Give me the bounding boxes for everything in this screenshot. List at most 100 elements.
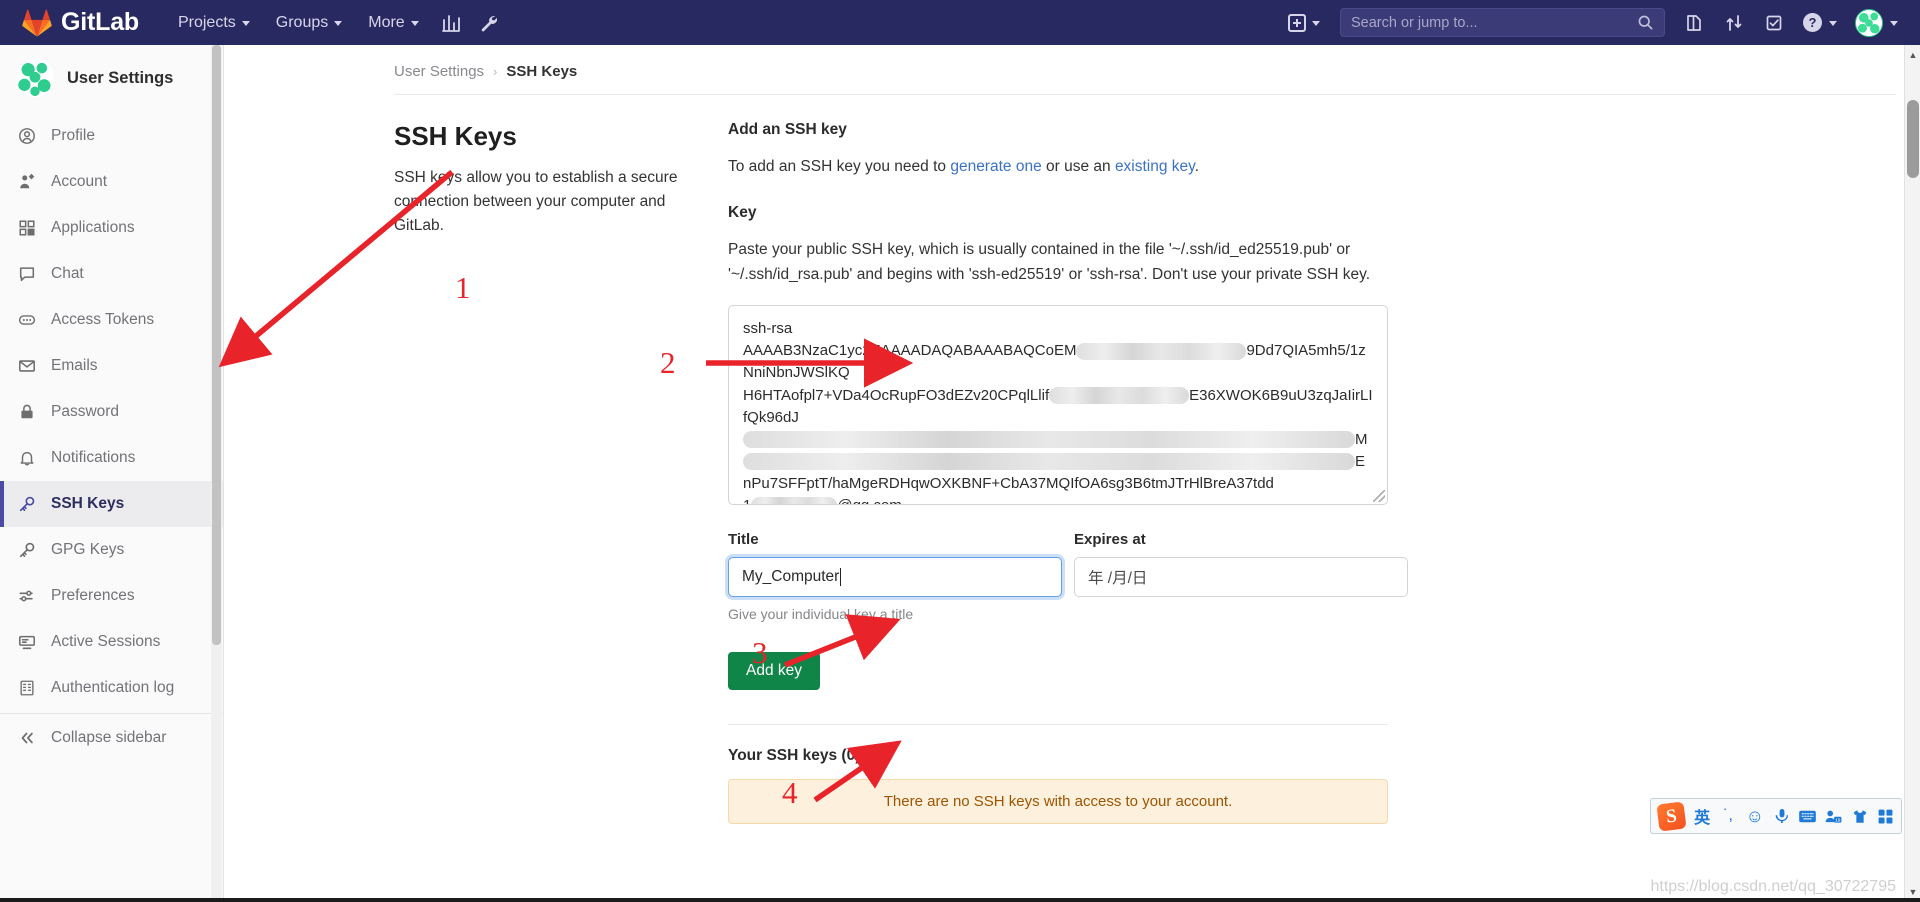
analytics-icon[interactable] — [432, 0, 470, 45]
sidebar-item-label: Password — [51, 403, 120, 420]
settings-sidebar: User Settings Profile Account Applicatio… — [0, 45, 224, 902]
keyboard-icon[interactable] — [1799, 810, 1816, 823]
language-mode-icon[interactable]: 英 — [1694, 804, 1711, 828]
gitlab-tanuki-icon — [22, 8, 52, 37]
sidebar-item-emails[interactable]: Emails — [0, 343, 223, 389]
account-gear-icon — [18, 173, 36, 191]
title-input-value: My_Computer — [742, 568, 840, 586]
gitlab-logo-link[interactable]: GitLab — [22, 8, 139, 37]
intro-suffix: . — [1194, 158, 1200, 175]
annotation-number-4: 4 — [782, 775, 798, 810]
nav-groups[interactable]: Groups — [263, 0, 355, 45]
key-line-1: ssh-rsa — [743, 320, 793, 338]
sidebar-title: User Settings — [67, 68, 174, 87]
emoji-icon[interactable]: ☺ — [1746, 806, 1764, 827]
collapse-sidebar-button[interactable]: Collapse sidebar — [0, 714, 223, 762]
user-dict-icon[interactable]: 19 — [1825, 809, 1842, 824]
redacted-block — [1049, 387, 1190, 405]
window-bottom-edge — [0, 898, 1920, 902]
sidebar-item-profile[interactable]: Profile — [0, 113, 223, 159]
sidebar-item-label: Authentication log — [51, 679, 175, 696]
redacted-block — [751, 497, 838, 505]
breadcrumb-separator: › — [493, 64, 498, 79]
key-line-4: M — [743, 429, 1373, 451]
expires-placeholder: 年 /月/日 — [1088, 570, 1148, 588]
sidebar-scrollbar[interactable] — [211, 45, 222, 902]
search-icon — [1638, 15, 1653, 30]
sidebar-item-active-sessions[interactable]: Active Sessions — [0, 619, 223, 665]
token-icon — [18, 311, 36, 329]
toolbox-icon[interactable] — [1877, 809, 1894, 824]
text-cursor — [840, 568, 842, 587]
sidebar-header[interactable]: User Settings — [0, 45, 223, 113]
key-line-5-tail: E — [1355, 452, 1366, 470]
sidebar-item-password[interactable]: Password — [0, 389, 223, 435]
expires-label: Expires at — [1074, 531, 1146, 549]
sidebar-item-label: Chat — [51, 265, 84, 282]
sidebar-item-notifications[interactable]: Notifications — [0, 435, 223, 481]
sidebar-scrollbar-thumb[interactable] — [212, 45, 221, 645]
avatar — [1855, 8, 1883, 37]
generate-one-link[interactable]: generate one — [950, 158, 1041, 175]
search-placeholder: Search or jump to... — [1351, 14, 1478, 31]
microphone-icon[interactable] — [1773, 808, 1790, 824]
punctuation-icon[interactable]: ˙, — [1720, 807, 1737, 825]
sidebar-item-label: SSH Keys — [51, 495, 125, 512]
sidebar-item-applications[interactable]: Applications — [0, 205, 223, 251]
scroll-up-arrow-icon[interactable]: ▲ — [1905, 47, 1920, 63]
double-chevron-left-icon — [18, 729, 36, 747]
sidebar-item-label: Preferences — [51, 587, 135, 604]
page-scrollbar[interactable]: ▲ ▼ — [1904, 45, 1920, 902]
help-menu[interactable]: ? — [1795, 13, 1845, 32]
envelope-icon — [18, 357, 36, 375]
existing-key-link[interactable]: existing key — [1115, 158, 1195, 175]
sidebar-item-label: Account — [51, 173, 108, 190]
chevron-down-icon — [1829, 21, 1837, 26]
sidebar-item-gpg-keys[interactable]: GPG Keys — [0, 527, 223, 573]
chevron-down-icon — [241, 21, 250, 26]
search-input[interactable]: Search or jump to... — [1340, 8, 1665, 37]
todos-icon[interactable] — [1755, 0, 1793, 45]
merge-requests-icon[interactable] — [1715, 0, 1753, 45]
top-navbar: GitLab Projects Groups More Search or ju… — [0, 0, 1920, 45]
annotation-number-3: 3 — [752, 635, 768, 670]
textarea-resize-handle[interactable] — [1373, 490, 1385, 503]
create-new-button[interactable] — [1278, 13, 1330, 32]
sidebar-item-account[interactable]: Account — [0, 159, 223, 205]
expires-date-input[interactable]: 年 /月/日 — [1074, 557, 1408, 598]
sidebar-item-chat[interactable]: Chat — [0, 251, 223, 297]
key-help-line1: Paste your public SSH key, which is usua… — [728, 240, 1351, 258]
page-scrollbar-thumb[interactable] — [1907, 100, 1919, 178]
sidebar-nav-list: Profile Account Applications Chat Access… — [0, 113, 223, 711]
page-description: SSH keys allow you to establish a secure… — [394, 169, 678, 235]
chevron-down-icon — [1890, 21, 1898, 26]
key-line-4-tail: M — [1355, 430, 1368, 448]
intro-middle: or use an — [1041, 158, 1115, 175]
sidebar-item-label: Active Sessions — [51, 633, 161, 650]
wrench-icon[interactable] — [470, 0, 508, 45]
issues-icon[interactable] — [1675, 0, 1713, 45]
sidebar-item-authentication-log[interactable]: Authentication log — [0, 665, 223, 711]
sidebar-item-preferences[interactable]: Preferences — [0, 573, 223, 619]
key-line-5: E — [743, 451, 1373, 473]
skin-icon[interactable] — [1851, 809, 1868, 824]
sidebar-item-ssh-keys[interactable]: SSH Keys — [0, 481, 223, 527]
sidebar-item-access-tokens[interactable]: Access Tokens — [0, 297, 223, 343]
nav-more[interactable]: More — [355, 0, 431, 45]
breadcrumb-parent[interactable]: User Settings — [394, 63, 484, 80]
nav-more-label: More — [368, 13, 405, 31]
breadcrumb-current[interactable]: SSH Keys — [506, 63, 577, 80]
user-menu[interactable] — [1847, 8, 1906, 37]
add-key-button[interactable]: Add key — [728, 652, 821, 691]
key-line-7: 1 @qq.com — [743, 495, 1373, 505]
key-line-3: H6HTAofpl7+VDa4OcRupFO3dEZv20CPqlLlif E36… — [743, 385, 1373, 429]
key-icon — [18, 495, 36, 513]
svg-text:19: 19 — [1835, 817, 1841, 823]
intro-prefix: To add an SSH key you need to — [728, 158, 951, 175]
sogou-logo-icon[interactable]: S — [1656, 800, 1687, 832]
sidebar-item-label: Profile — [51, 127, 95, 144]
nav-projects[interactable]: Projects — [165, 0, 263, 45]
ssh-key-textarea[interactable]: ssh-rsa AAAAB3NzaC1yc2EAAAADAQABAAABAQCo… — [728, 305, 1388, 506]
empty-keys-alert: There are no SSH keys with access to you… — [728, 779, 1388, 825]
title-input[interactable]: My_Computer — [728, 557, 1062, 598]
